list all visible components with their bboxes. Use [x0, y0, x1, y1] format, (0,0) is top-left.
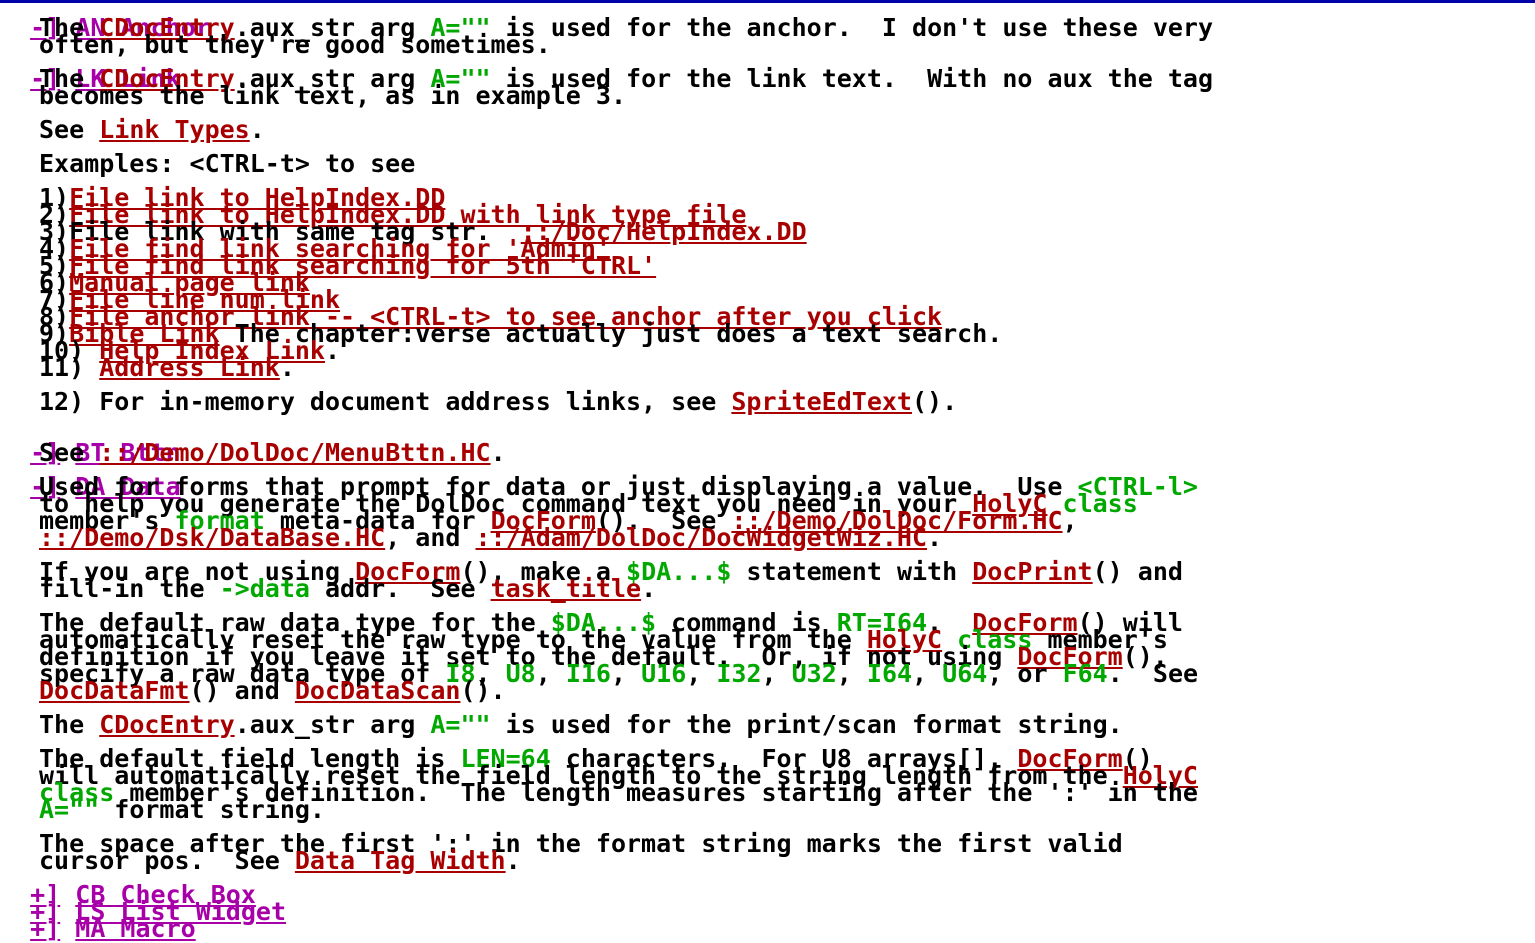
text: .: [927, 523, 943, 552]
link-spriteedtext[interactable]: SpriteEdText: [731, 387, 912, 416]
text: The: [39, 710, 100, 739]
code-type-i16: I16: [565, 659, 611, 688]
code-type-i64: I64: [866, 659, 913, 688]
link-task-title[interactable]: task_title: [491, 574, 642, 603]
data-paragraph-line: The CDocEntry.aux_str arg A="" is used f…: [39, 712, 1123, 737]
section-check-box[interactable]: +] CB Check Box: [0, 869, 256, 907]
text: 12) For in-memory document address links…: [39, 387, 732, 416]
text: format string.: [99, 795, 325, 824]
data-paragraph-line: ::/Demo/Dsk/DataBase.HC, and ::/Adam/Dol…: [39, 525, 942, 550]
link-data-tag-width[interactable]: Data Tag Width: [295, 846, 506, 875]
text: is used for the anchor. I don't use thes…: [490, 13, 1214, 42]
text: ,: [836, 659, 867, 688]
example-number: 11): [39, 353, 100, 382]
text: ().: [460, 676, 506, 705]
text: () and: [1092, 557, 1183, 586]
code-data-field: ->data: [219, 574, 310, 603]
text: fill-in the: [39, 574, 220, 603]
text: statement with: [731, 557, 973, 586]
example-11[interactable]: 11) Address Link.: [39, 355, 295, 380]
code-type-i32: I32: [716, 659, 762, 688]
example-12: 12) For in-memory document address links…: [39, 389, 957, 414]
examples-heading: Examples: <CTRL-t> to see: [39, 149, 416, 178]
code-type-u64: U64: [942, 659, 988, 688]
code-type-u8: U8: [505, 659, 536, 688]
code-type-f64: F64: [1062, 659, 1108, 688]
text: .: [279, 353, 295, 382]
link-link-types[interactable]: Link Types: [99, 115, 250, 144]
text: .: [490, 438, 506, 467]
see-link-types-line: See Link Types.: [39, 117, 265, 142]
text: . See: [1107, 659, 1199, 688]
section-title-macro[interactable]: MA Macro: [75, 914, 195, 943]
text: ,: [610, 659, 642, 688]
link-docwidgetwiz-hc[interactable]: ::/Adam/DolDoc/DocWidgetWiz.HC: [476, 523, 928, 552]
text: is used for the print/scan format string…: [490, 710, 1123, 739]
window-title-bar: [0, 0, 1535, 3]
text: addr. See: [309, 574, 491, 603]
link-database-hc[interactable]: ::/Demo/Dsk/DataBase.HC: [39, 523, 385, 552]
data-paragraph-line: DocDataFmt() and DocDataScan().: [39, 678, 506, 703]
code-aux-arg: A="": [39, 795, 100, 824]
button-paragraph-line: See ::/Demo/DolDoc/MenuBttn.HC.: [39, 440, 506, 465]
data-paragraph-line: fill-in the ->data addr. See task_title.: [39, 576, 656, 601]
data-paragraph-line: A="" format string.: [39, 797, 325, 822]
text: ,: [535, 659, 566, 688]
text: , or: [987, 659, 1063, 688]
text: ,: [1062, 506, 1078, 535]
link-docdatafmt[interactable]: DocDataFmt: [39, 676, 190, 705]
link-docdatascan[interactable]: DocDataScan: [295, 676, 461, 705]
link-cdocentry[interactable]: CDocEntry: [99, 710, 234, 739]
link-paragraph-line: becomes the link text, as in example 3.: [39, 81, 626, 110]
section-macro[interactable]: +] MA Macro: [0, 903, 196, 941]
data-paragraph-line: cursor pos. See Data Tag Width.: [39, 848, 521, 873]
text: See: [39, 115, 100, 144]
example-link[interactable]: Address Link: [99, 353, 280, 382]
code-type-u32: U32: [791, 659, 837, 688]
text: ,: [761, 659, 792, 688]
section-list-widget[interactable]: +] LS List Widget: [0, 886, 286, 924]
text: .: [325, 336, 341, 365]
text: () and: [189, 676, 295, 705]
text: .: [641, 574, 657, 603]
link-docprint[interactable]: DocPrint: [972, 557, 1092, 586]
anchor-paragraph-line: often, but they're good sometimes.: [39, 30, 551, 59]
text: .: [249, 115, 265, 144]
text: ().: [911, 387, 958, 416]
text: .: [505, 846, 521, 875]
text: ,: [912, 659, 943, 688]
text: ,: [686, 659, 717, 688]
expand-toggle[interactable]: +]: [30, 914, 60, 943]
code-type-u16: U16: [641, 659, 687, 688]
code-aux-arg: A="": [430, 710, 491, 739]
text: , and: [385, 523, 476, 552]
text: .aux_str arg: [234, 710, 431, 739]
